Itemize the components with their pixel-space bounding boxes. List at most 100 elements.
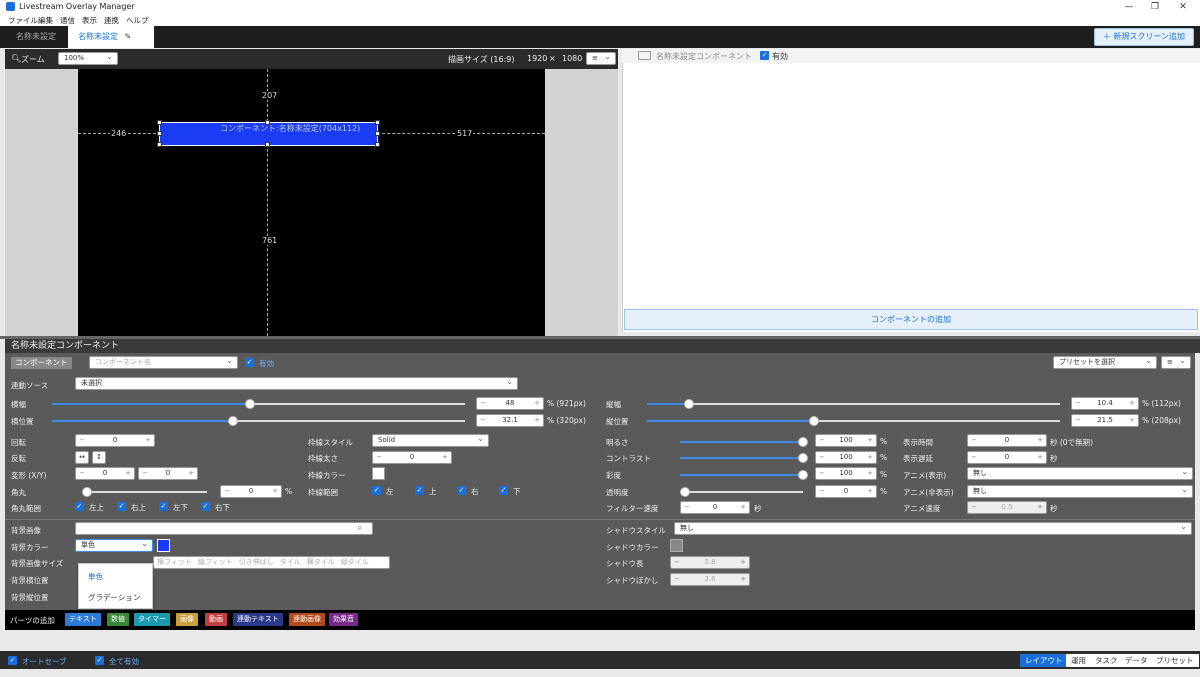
opacity-input[interactable]: −0 + <box>815 485 877 498</box>
edit-icon[interactable]: ✎ <box>125 32 132 41</box>
add-part-button[interactable]: 連動テキスト <box>233 613 283 626</box>
border-bottom-checkbox[interactable]: ✓ <box>499 486 508 495</box>
bg-image-input[interactable]: ⌕ <box>75 522 373 535</box>
preset-menu-button[interactable]: ≡ <box>1161 355 1191 369</box>
border-width-input[interactable]: −0 + <box>372 451 452 464</box>
dropdown-option-solid[interactable]: 単色 <box>88 571 103 582</box>
add-part-button[interactable]: 画像 <box>176 613 198 626</box>
new-screen-button[interactable]: ＋ 新規スクリーン追加 <box>1093 28 1194 46</box>
brightness-slider[interactable] <box>680 437 808 447</box>
menu-view[interactable]: 表示 <box>82 15 97 26</box>
radius-tr-checkbox[interactable]: ✓ <box>117 502 126 511</box>
height-input[interactable]: −10.4 + <box>1071 397 1139 410</box>
bg-size-option[interactable]: 横タイル <box>304 558 338 566</box>
add-part-button[interactable]: 連動画像 <box>289 613 325 626</box>
resize-handle-r[interactable] <box>375 131 380 136</box>
resize-handle-t[interactable] <box>265 120 270 125</box>
bg-size-segment[interactable]: 横フィット 縦フィット 引き伸ばし タイル 横タイル 縦タイル <box>153 556 390 569</box>
add-part-button[interactable]: 数値 <box>107 613 129 626</box>
border-right-checkbox[interactable]: ✓ <box>457 486 466 495</box>
show-delay-input[interactable]: −0 + <box>967 451 1047 464</box>
saturation-slider[interactable] <box>680 470 808 480</box>
anim-hide-select[interactable]: 無し <box>967 484 1193 498</box>
component-name-input[interactable]: コンポーネント名 <box>89 355 238 369</box>
height-slider[interactable] <box>647 399 1060 409</box>
tab-task[interactable]: タスク <box>1090 654 1123 667</box>
radius-slider[interactable] <box>82 487 207 497</box>
border-left-checkbox[interactable]: ✓ <box>372 486 381 495</box>
border-top-checkbox[interactable]: ✓ <box>415 486 424 495</box>
canvas-preview[interactable] <box>78 69 545 336</box>
bg-size-option[interactable]: タイル <box>277 558 304 566</box>
add-part-button[interactable]: テキスト <box>65 613 101 626</box>
flip-horizontal-button[interactable]: ↔ <box>75 451 89 464</box>
radius-tl-checkbox[interactable]: ✓ <box>75 502 84 511</box>
tab-screen-1[interactable]: 名称未設定 <box>6 26 66 48</box>
autosave-checkbox[interactable]: ✓ <box>8 656 17 665</box>
canvas-width[interactable]: 1920 <box>527 54 547 63</box>
flip-vertical-button[interactable]: ↕ <box>92 451 106 464</box>
bg-color-select[interactable]: 単色 <box>75 538 153 552</box>
tab-layout[interactable]: レイアウト <box>1020 654 1068 667</box>
brightness-input[interactable]: −100 + <box>815 434 877 447</box>
search-icon[interactable]: ⌕ <box>358 523 362 533</box>
resize-handle-l[interactable] <box>157 131 162 136</box>
tab-data[interactable]: データ <box>1120 654 1153 667</box>
bg-size-option[interactable]: 縦タイル <box>338 558 372 566</box>
shadow-blur-input[interactable]: −3.6 + <box>670 573 750 586</box>
vpos-slider[interactable] <box>647 416 1060 426</box>
menu-edit[interactable]: 編集 <box>38 15 53 26</box>
resize-handle-tr[interactable] <box>375 120 380 125</box>
bg-color-swatch[interactable] <box>157 539 170 552</box>
add-component-button[interactable]: コンポーネントの追加 <box>624 309 1198 330</box>
menu-integration[interactable]: 連携 <box>104 15 119 26</box>
resize-handle-bl[interactable] <box>157 142 162 147</box>
bg-size-option[interactable]: 引き伸ばし <box>236 558 277 566</box>
hpos-input[interactable]: −32.1 + <box>476 414 544 427</box>
shadow-style-select[interactable]: 無し <box>674 521 1192 535</box>
canvas-menu-button[interactable]: ≡ <box>586 51 616 65</box>
radius-bl-checkbox[interactable]: ✓ <box>159 502 168 511</box>
add-part-button[interactable]: 動画 <box>205 613 227 626</box>
all-enabled-checkbox[interactable]: ✓ <box>95 656 104 665</box>
canvas-height[interactable]: 1080 <box>562 54 582 63</box>
skew-y-input[interactable]: −0 + <box>138 467 198 480</box>
minimize-icon[interactable]: — <box>1118 0 1140 14</box>
filter-speed-input[interactable]: −0 + <box>680 501 750 514</box>
radius-br-checkbox[interactable]: ✓ <box>201 502 210 511</box>
component-enabled-checkbox[interactable]: ✓ <box>760 51 769 60</box>
bg-size-option[interactable]: 縦フィット <box>195 558 236 566</box>
resize-handle-tl[interactable] <box>157 120 162 125</box>
width-input[interactable]: −48 + <box>476 397 544 410</box>
skew-x-input[interactable]: −0 + <box>75 467 135 480</box>
shadow-color-swatch[interactable] <box>670 539 683 552</box>
border-style-select[interactable]: Solid <box>372 433 489 447</box>
radius-input[interactable]: −0 + <box>220 485 282 498</box>
saturation-input[interactable]: −100 + <box>815 467 877 480</box>
resize-handle-b[interactable] <box>265 142 270 147</box>
anim-speed-input[interactable]: −0.5 + <box>967 501 1047 514</box>
rotate-input[interactable]: −0 + <box>75 434 155 447</box>
component-list-item[interactable]: 名称未設定コンポーネント ✓ 有効 <box>622 49 1200 63</box>
width-slider[interactable] <box>52 399 465 409</box>
resize-handle-br[interactable] <box>375 142 380 147</box>
menu-comm[interactable]: 通信 <box>60 15 75 26</box>
menu-help[interactable]: ヘルプ <box>126 15 149 26</box>
maximize-icon[interactable]: ❐ <box>1144 0 1166 14</box>
show-time-input[interactable]: −0 + <box>967 434 1047 447</box>
shadow-length-input[interactable]: −5.8 + <box>670 556 750 569</box>
close-window-icon[interactable]: ✕ <box>1172 0 1194 14</box>
border-color-swatch[interactable] <box>372 467 385 480</box>
contrast-slider[interactable] <box>680 453 808 463</box>
zoom-select[interactable]: 100% <box>58 51 118 65</box>
add-part-button[interactable]: タイマー <box>134 613 170 626</box>
tab-screen-2[interactable]: 名称未設定 ✎ ✕ <box>68 26 154 63</box>
preset-select[interactable]: プリセットを選択 <box>1053 355 1157 369</box>
bg-size-option[interactable]: 横フィット <box>154 558 195 566</box>
contrast-input[interactable]: −100 + <box>815 451 877 464</box>
tab-operation[interactable]: 運用 <box>1066 654 1091 667</box>
opacity-slider[interactable] <box>680 487 803 497</box>
anim-show-select[interactable]: 無し <box>967 466 1193 480</box>
dropdown-option-gradient[interactable]: グラデーション <box>88 592 140 603</box>
menu-file[interactable]: ファイル <box>8 15 38 26</box>
